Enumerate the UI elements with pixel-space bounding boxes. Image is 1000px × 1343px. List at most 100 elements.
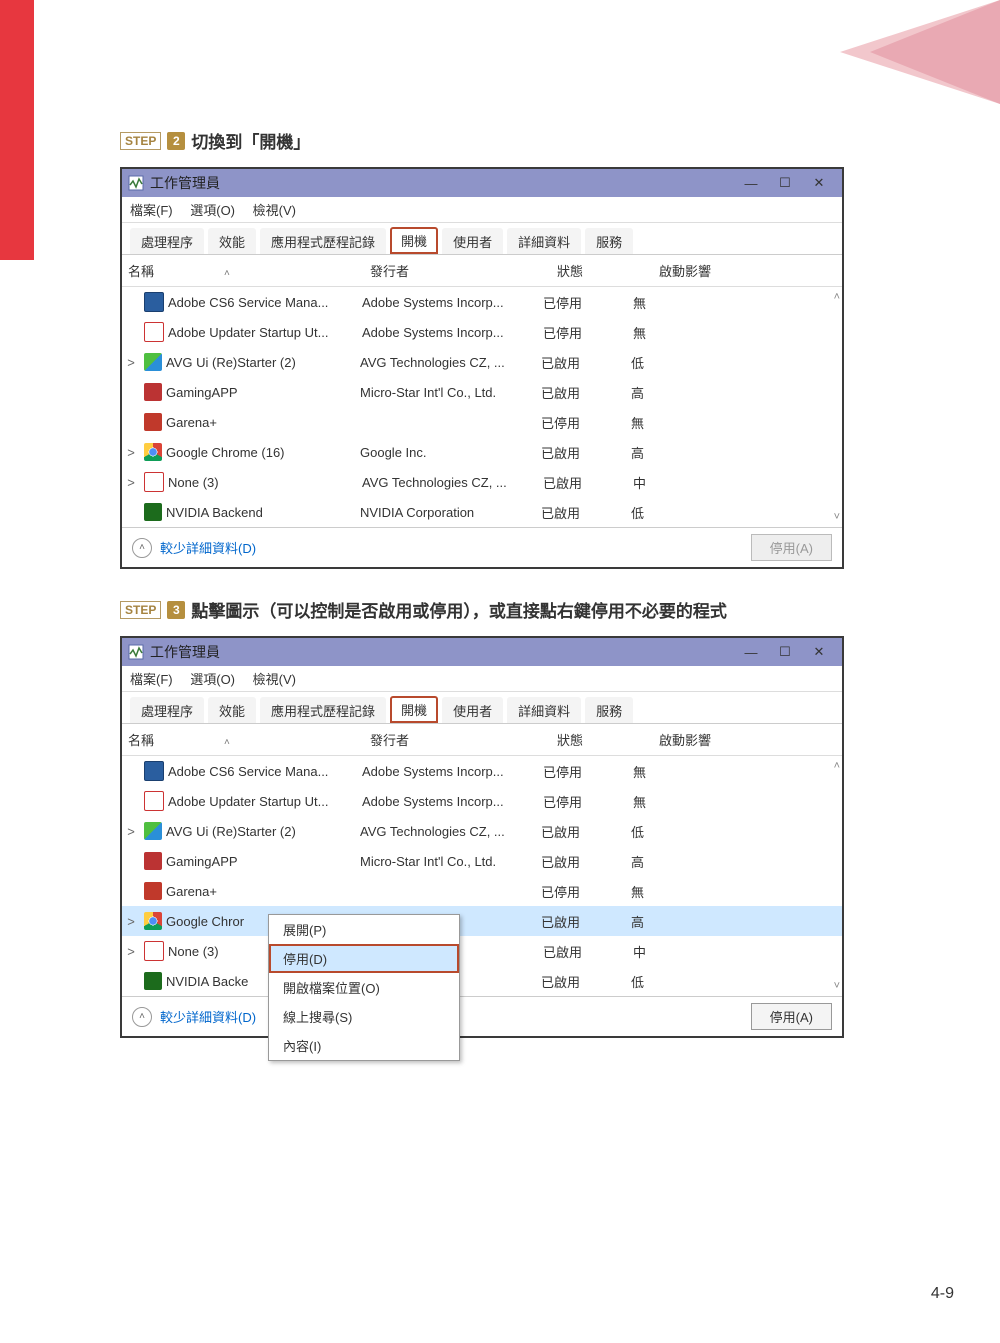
app-icon <box>144 472 164 492</box>
tab-startup[interactable]: 開機 <box>390 696 438 723</box>
collapse-icon[interactable]: ˄ <box>132 1007 152 1027</box>
app-icon <box>144 383 162 401</box>
table-row[interactable]: >None (3)AVG Technologies CZ, ...已啟用中 <box>122 467 842 497</box>
menu-file[interactable]: 檔案(F) <box>130 672 173 687</box>
step-label: STEP <box>120 601 161 619</box>
tab-performance[interactable]: 效能 <box>208 697 256 723</box>
menu-view[interactable]: 檢視(V) <box>253 203 296 218</box>
tab-users[interactable]: 使用者 <box>442 697 503 723</box>
minimize-button[interactable]: — <box>734 172 768 194</box>
app-icon <box>144 941 164 961</box>
step-label: STEP <box>120 132 161 150</box>
tab-details[interactable]: 詳細資料 <box>507 228 581 254</box>
app-icon <box>144 322 164 342</box>
page-number: 4-9 <box>931 1285 954 1303</box>
tab-performance[interactable]: 效能 <box>208 228 256 254</box>
tab-bar: 處理程序 效能 應用程式歷程記錄 開機 使用者 詳細資料 服務 <box>122 692 842 724</box>
table-row[interactable]: GamingAPPMicro-Star Int'l Co., Ltd.已啟用高 <box>122 377 842 407</box>
menu-expand[interactable]: 展開(P) <box>269 915 459 944</box>
col-status[interactable]: 狀態 <box>551 261 653 280</box>
menu-open-location[interactable]: 開啟檔案位置(O) <box>269 973 459 1002</box>
scroll-up-icon[interactable]: ˄ <box>834 760 840 772</box>
menu-bar: 檔案(F) 選項(O) 檢視(V) <box>122 666 842 692</box>
app-icon <box>144 292 164 312</box>
tab-details[interactable]: 詳細資料 <box>507 697 581 723</box>
maximize-button[interactable]: ☐ <box>768 641 802 663</box>
table-row-selected[interactable]: >Google Chror已啟用高 <box>122 906 842 936</box>
table-row[interactable]: >Google Chrome (16)Google Inc.已啟用高 <box>122 437 842 467</box>
col-impact[interactable]: 啟動影響 <box>653 261 785 280</box>
disable-button[interactable]: 停用(A) <box>751 1003 832 1030</box>
app-icon <box>144 791 164 811</box>
tab-startup[interactable]: 開機 <box>390 227 438 254</box>
fewer-details-link[interactable]: 較少詳細資料(D) <box>160 538 256 557</box>
table-row[interactable]: Adobe CS6 Service Mana...Adobe Systems I… <box>122 756 842 786</box>
app-icon <box>144 503 162 521</box>
fewer-details-link[interactable]: 較少詳細資料(D) <box>160 1007 256 1026</box>
menu-view[interactable]: 檢視(V) <box>253 672 296 687</box>
tab-services[interactable]: 服務 <box>585 697 633 723</box>
table-row[interactable]: GamingAPPMicro-Star Int'l Co., Ltd.已啟用高 <box>122 846 842 876</box>
context-menu: 展開(P) 停用(D) 開啟檔案位置(O) 線上搜尋(S) 內容(I) <box>268 914 460 1061</box>
column-headers: 名稱˄ 發行者 狀態 啟動影響 <box>122 724 842 756</box>
minimize-button[interactable]: — <box>734 641 768 663</box>
step3-heading: STEP 3 點擊圖示（可以控制是否啟用或停用），或直接點右鍵停用不必要的程式 <box>120 597 860 622</box>
menu-search-online[interactable]: 線上搜尋(S) <box>269 1002 459 1031</box>
window-footer: ˄ 較少詳細資料(D) 停用(A) <box>122 996 842 1036</box>
col-status[interactable]: 狀態 <box>551 730 653 749</box>
tab-bar: 處理程序 效能 應用程式歷程記錄 開機 使用者 詳細資料 服務 <box>122 223 842 255</box>
side-red-tab <box>0 0 34 260</box>
col-publisher[interactable]: 發行者 <box>364 730 551 749</box>
col-publisher[interactable]: 發行者 <box>364 261 551 280</box>
window-title: 工作管理員 <box>150 173 734 193</box>
window-footer: ˄ 較少詳細資料(D) 停用(A) <box>122 527 842 567</box>
sort-arrow-icon: ˄ <box>224 268 230 279</box>
app-icon <box>144 882 162 900</box>
table-row[interactable]: Adobe Updater Startup Ut...Adobe Systems… <box>122 786 842 816</box>
col-name[interactable]: 名稱˄ <box>122 730 364 749</box>
table-row[interactable]: NVIDIA BackendNVIDIA Corporation已啟用低 <box>122 497 842 527</box>
col-name[interactable]: 名稱˄ <box>122 261 364 280</box>
table-row[interactable]: Garena+已停用無 <box>122 876 842 906</box>
menu-properties[interactable]: 內容(I) <box>269 1031 459 1060</box>
task-manager-window-1: 工作管理員 — ☐ ✕ 檔案(F) 選項(O) 檢視(V) 處理程序 效能 應用… <box>120 167 844 569</box>
menu-options[interactable]: 選項(O) <box>190 203 235 218</box>
column-headers: 名稱˄ 發行者 狀態 啟動影響 <box>122 255 842 287</box>
close-button[interactable]: ✕ <box>802 641 836 663</box>
tab-app-history[interactable]: 應用程式歷程記錄 <box>260 228 386 254</box>
scroll-up-icon[interactable]: ˄ <box>834 291 840 303</box>
table-row[interactable]: >AVG Ui (Re)Starter (2)AVG Technologies … <box>122 347 842 377</box>
step-title: 點擊圖示（可以控制是否啟用或停用），或直接點右鍵停用不必要的程式 <box>191 597 727 622</box>
close-button[interactable]: ✕ <box>802 172 836 194</box>
scroll-down-icon[interactable]: ˅ <box>834 511 840 523</box>
tab-processes[interactable]: 處理程序 <box>130 697 204 723</box>
scroll-down-icon[interactable]: ˅ <box>834 980 840 992</box>
step-title: 切換到「開機」 <box>191 128 310 153</box>
app-icon <box>144 972 162 990</box>
menu-file[interactable]: 檔案(F) <box>130 203 173 218</box>
tab-app-history[interactable]: 應用程式歷程記錄 <box>260 697 386 723</box>
task-manager-window-2: 工作管理員 — ☐ ✕ 檔案(F) 選項(O) 檢視(V) 處理程序 效能 應用… <box>120 636 844 1038</box>
titlebar[interactable]: 工作管理員 — ☐ ✕ <box>122 169 842 197</box>
menu-disable[interactable]: 停用(D) <box>269 944 459 973</box>
tab-processes[interactable]: 處理程序 <box>130 228 204 254</box>
app-icon <box>144 353 162 371</box>
table-row[interactable]: >None (3)ies CZ, ...已啟用中 <box>122 936 842 966</box>
menu-options[interactable]: 選項(O) <box>190 672 235 687</box>
tab-services[interactable]: 服務 <box>585 228 633 254</box>
table-row[interactable]: Garena+已停用無 <box>122 407 842 437</box>
titlebar[interactable]: 工作管理員 — ☐ ✕ <box>122 638 842 666</box>
table-row[interactable]: >AVG Ui (Re)Starter (2)AVG Technologies … <box>122 816 842 846</box>
collapse-icon[interactable]: ˄ <box>132 538 152 558</box>
maximize-button[interactable]: ☐ <box>768 172 802 194</box>
table-row[interactable]: Adobe CS6 Service Mana...Adobe Systems I… <box>122 287 842 317</box>
corner-pink-arrow <box>780 0 1000 104</box>
window-title: 工作管理員 <box>150 642 734 662</box>
tab-users[interactable]: 使用者 <box>442 228 503 254</box>
col-impact[interactable]: 啟動影響 <box>653 730 785 749</box>
app-icon <box>144 761 164 781</box>
table-row[interactable]: Adobe Updater Startup Ut...Adobe Systems… <box>122 317 842 347</box>
table-row[interactable]: NVIDIA Backeation已啟用低 <box>122 966 842 996</box>
disable-button[interactable]: 停用(A) <box>751 534 832 561</box>
step-number: 2 <box>167 132 185 150</box>
